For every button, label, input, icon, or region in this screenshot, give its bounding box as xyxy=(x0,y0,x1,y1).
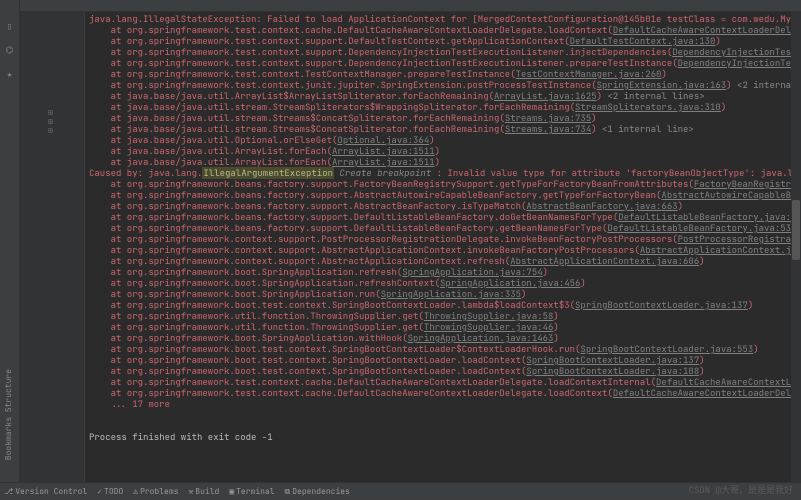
bookmarks-icon[interactable]: ★ xyxy=(7,68,12,80)
console-output[interactable]: java.lang.IllegalStateException: Failed … xyxy=(85,12,801,482)
bottom-item-build[interactable]: ⚒Build xyxy=(188,487,219,497)
project-icon[interactable]: ▯ xyxy=(7,20,12,32)
bottom-item-deps[interactable]: ⧉Dependencies xyxy=(285,487,350,497)
console-gutter: ⊞ ⊞ ⊞ xyxy=(20,12,85,482)
fold-icon[interactable]: ⊞ xyxy=(48,126,56,134)
vertical-scrollbar[interactable] xyxy=(791,12,801,482)
branch-icon: ⎇ xyxy=(4,487,13,497)
source-link[interactable]: StreamSpliterators.java:310 xyxy=(575,101,721,113)
bottom-item-todo[interactable]: ✓TODO xyxy=(97,487,123,497)
bottom-item-problems[interactable]: ⚠Problems xyxy=(133,487,178,497)
source-link[interactable]: DefaultCacheAwareContextLoaderDelegate.j… xyxy=(613,387,801,399)
exit-code-line: Process finished with exit code -1 xyxy=(89,431,273,443)
source-link[interactable]: Streams.java:734 xyxy=(505,123,591,135)
watermark-text: CSDN @大哥，是是是我好 xyxy=(689,483,793,496)
source-link[interactable]: SpringBootContextLoader.java:137 xyxy=(575,299,748,311)
source-link[interactable]: DependencyInjectionTestExecutionListener… xyxy=(678,57,801,69)
sidebar-vertical-labels[interactable]: Bookmarks Structure xyxy=(4,369,14,460)
fold-icon[interactable]: ⊞ xyxy=(48,117,56,125)
left-tool-sidebar: ▯ ⌬ ★ Bookmarks Structure xyxy=(0,0,20,500)
bottom-item-vcs[interactable]: ⎇Version Control xyxy=(4,487,87,497)
bottom-item-terminal[interactable]: ▣Terminal xyxy=(229,487,274,497)
structure-icon[interactable]: ⌬ xyxy=(6,44,14,56)
console-tabs-bar xyxy=(20,0,801,12)
scroll-thumb[interactable] xyxy=(792,200,800,260)
fold-icon[interactable]: ⊞ xyxy=(48,108,56,116)
bottom-tool-bar: ⎇Version Control ✓TODO ⚠Problems ⚒Build … xyxy=(0,482,801,500)
